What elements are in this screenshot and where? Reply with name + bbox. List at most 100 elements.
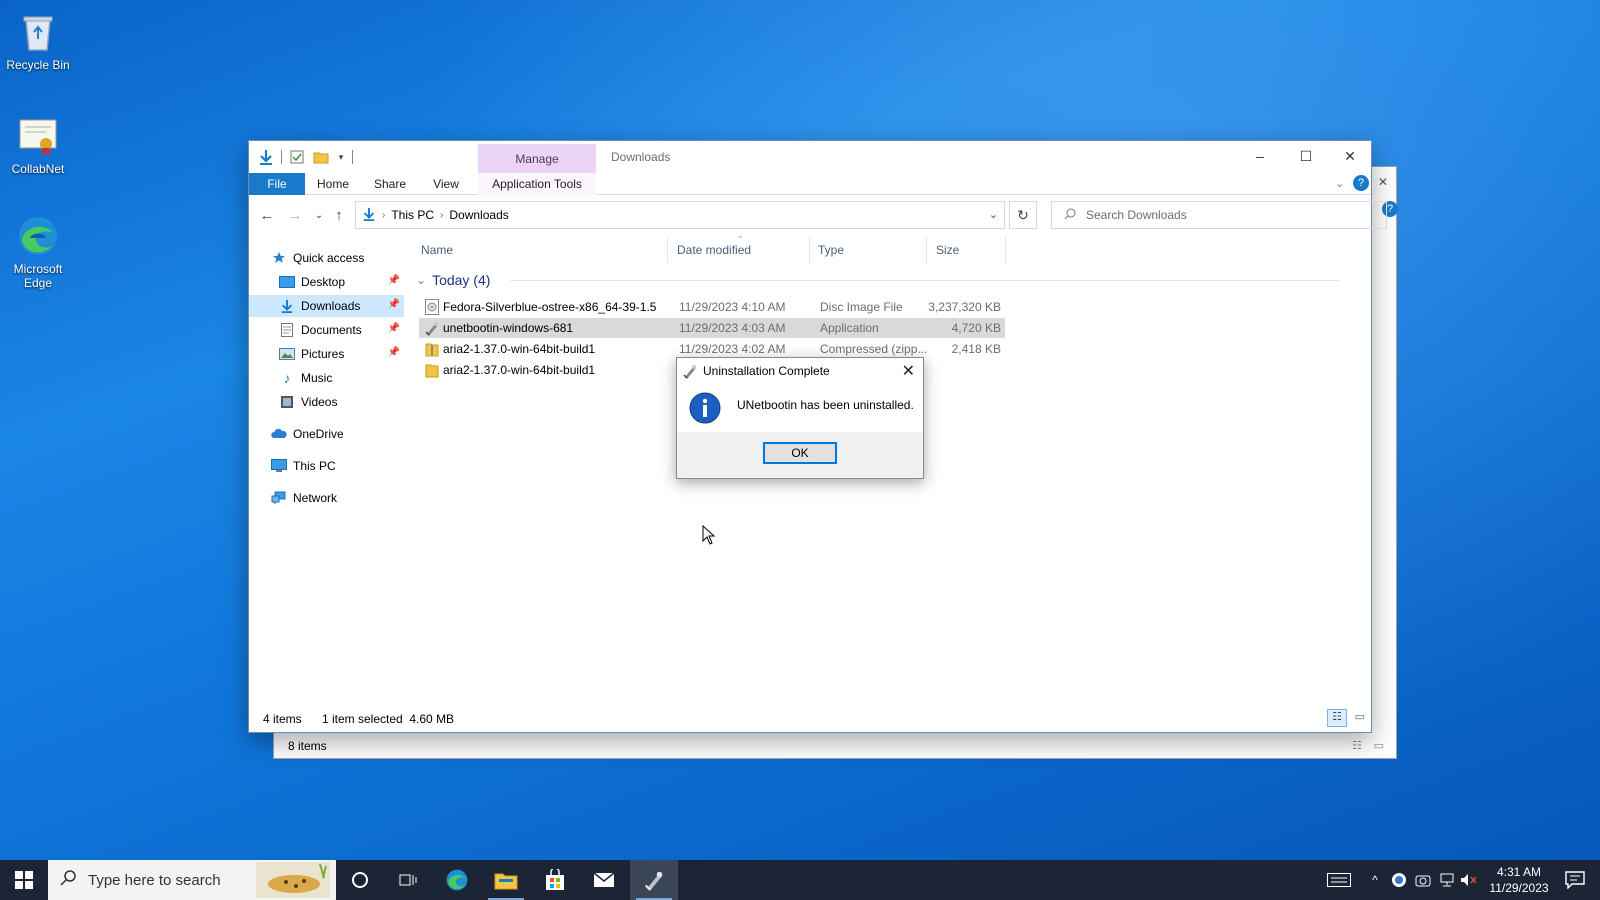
sidebar-item-quick-access[interactable]: Quick access bbox=[249, 247, 404, 269]
dialog-title-bar[interactable]: Uninstallation Complete ✕ bbox=[677, 358, 923, 384]
large-icons-view-icon[interactable]: ▭ bbox=[1355, 710, 1365, 723]
sidebar-item-videos[interactable]: Videos bbox=[249, 391, 404, 413]
column-divider[interactable] bbox=[926, 237, 927, 263]
address-dropdown-icon[interactable]: ⌄ bbox=[989, 208, 998, 221]
forward-arrow-icon[interactable]: → bbox=[285, 206, 305, 226]
breadcrumb-this-pc[interactable]: This PC bbox=[391, 208, 434, 222]
file-date: 11/29/2023 4:03 AM bbox=[679, 321, 786, 335]
tab-file[interactable]: File bbox=[249, 173, 305, 195]
recycle-bin-icon bbox=[16, 10, 60, 54]
tab-home[interactable]: Home bbox=[307, 173, 359, 195]
sidebar-item-documents[interactable]: Documents 📌 bbox=[249, 319, 404, 341]
uninstall-complete-dialog[interactable]: Uninstallation Complete ✕ UNetbootin has… bbox=[676, 357, 924, 479]
tab-share[interactable]: Share bbox=[363, 173, 417, 195]
column-header-date[interactable]: Date modified bbox=[677, 243, 751, 257]
title-bar[interactable]: ▾ Manage Downloads – ☐ ✕ bbox=[249, 141, 1371, 173]
expand-ribbon-icon[interactable]: ⌄ bbox=[1335, 177, 1344, 190]
column-header-name[interactable]: Name bbox=[421, 243, 453, 257]
sidebar-item-desktop[interactable]: Desktop 📌 bbox=[249, 271, 404, 293]
customize-toolbar-icon[interactable]: ▾ bbox=[336, 148, 346, 166]
pin-icon[interactable]: 📌 bbox=[388, 323, 400, 334]
sidebar-item-pictures[interactable]: Pictures 📌 bbox=[249, 343, 404, 365]
address-bar[interactable]: › This PC › Downloads ⌄ bbox=[355, 201, 1005, 229]
pin-icon[interactable]: 📌 bbox=[388, 347, 400, 358]
search-input[interactable]: Search Downloads bbox=[1051, 201, 1387, 229]
cortana-button[interactable] bbox=[336, 860, 384, 900]
separator bbox=[352, 150, 353, 164]
taskbar-edge-button[interactable] bbox=[433, 860, 481, 900]
desktop-icon-recycle-bin[interactable]: Recycle Bin bbox=[0, 10, 76, 72]
task-view-button[interactable] bbox=[384, 860, 432, 900]
details-view-icon[interactable]: ☷ bbox=[1352, 739, 1362, 752]
taskbar-mail-button[interactable] bbox=[580, 860, 628, 900]
notification-center-button[interactable] bbox=[1560, 860, 1590, 900]
file-row[interactable]: aria2-1.37.0-win-64bit-build1 11/29/2023… bbox=[419, 339, 1005, 359]
taskbar-clock[interactable]: 4:31 AM 11/29/2023 bbox=[1474, 864, 1564, 896]
sync-status-icon[interactable] bbox=[1388, 860, 1410, 900]
file-name: unetbootin-windows-681 bbox=[443, 321, 574, 335]
file-row[interactable]: unetbootin-windows-681 11/29/2023 4:03 A… bbox=[419, 318, 1005, 338]
tab-view[interactable]: View bbox=[421, 173, 471, 195]
cloud-icon bbox=[271, 426, 287, 442]
close-icon[interactable]: ✕ bbox=[1378, 175, 1388, 189]
up-arrow-icon[interactable]: ↑ bbox=[329, 206, 349, 226]
sidebar-item-network[interactable]: Network bbox=[249, 487, 404, 509]
download-arrow-icon bbox=[279, 298, 295, 314]
music-note-icon: ♪ bbox=[283, 370, 291, 386]
file-type: Disc Image File bbox=[820, 300, 903, 314]
sidebar-item-downloads[interactable]: Downloads 📌 bbox=[249, 295, 404, 317]
taskbar-unetbootin-button[interactable] bbox=[630, 860, 678, 900]
column-header-type[interactable]: Type bbox=[818, 243, 844, 257]
column-divider[interactable] bbox=[667, 237, 668, 263]
download-arrow-icon bbox=[362, 207, 376, 224]
help-icon[interactable]: ? bbox=[1353, 175, 1369, 191]
breadcrumb-chevron-icon[interactable]: › bbox=[440, 210, 443, 221]
properties-icon[interactable] bbox=[288, 148, 306, 166]
chevron-down-icon[interactable]: ⌄ bbox=[416, 273, 426, 287]
column-header-size[interactable]: Size bbox=[936, 243, 959, 257]
pin-icon[interactable]: 📌 bbox=[388, 299, 400, 310]
desktop-icon-edge[interactable]: Microsoft Edge bbox=[0, 214, 76, 290]
breadcrumb-chevron-icon[interactable]: › bbox=[382, 210, 385, 221]
close-button[interactable]: ✕ bbox=[1327, 141, 1373, 171]
sidebar-item-music[interactable]: ♪ Music bbox=[249, 367, 404, 389]
minimize-button[interactable]: – bbox=[1237, 141, 1283, 171]
search-icon bbox=[1064, 208, 1076, 223]
desktop-icon-collabnet[interactable]: CollabNet bbox=[0, 114, 76, 176]
camera-icon[interactable] bbox=[1412, 860, 1434, 900]
show-hidden-icons-chevron-icon[interactable]: ^ bbox=[1366, 860, 1384, 900]
address-row: ← → ⌄ ↑ › This PC › Downloads ⌄ ↻ Search… bbox=[249, 199, 1387, 231]
manage-context-tab[interactable]: Manage bbox=[478, 144, 596, 173]
file-size: 3,237,320 KB bbox=[928, 300, 1001, 314]
details-view-icon[interactable]: ☷ bbox=[1327, 709, 1347, 727]
file-row[interactable]: Fedora-Silverblue-ostree-x86_64-39-1.5 1… bbox=[419, 297, 1005, 317]
refresh-button[interactable]: ↻ bbox=[1009, 201, 1037, 229]
unetbootin-app-icon bbox=[645, 871, 663, 891]
back-arrow-icon[interactable]: ← bbox=[257, 206, 277, 226]
tab-application-tools[interactable]: Application Tools bbox=[478, 173, 596, 195]
new-folder-icon[interactable] bbox=[312, 148, 330, 166]
download-arrow-icon[interactable] bbox=[257, 148, 275, 166]
large-icons-view-icon[interactable]: ▭ bbox=[1374, 739, 1384, 752]
dialog-close-button[interactable]: ✕ bbox=[902, 361, 915, 381]
taskbar-store-button[interactable] bbox=[531, 860, 579, 900]
video-icon bbox=[279, 394, 295, 410]
info-icon bbox=[689, 392, 721, 427]
column-divider[interactable] bbox=[809, 237, 810, 263]
breadcrumb-downloads[interactable]: Downloads bbox=[449, 208, 508, 222]
search-highlight-leopard-icon bbox=[256, 862, 330, 900]
taskbar-file-explorer-button[interactable] bbox=[482, 860, 530, 900]
network-status-icon[interactable] bbox=[1436, 860, 1458, 900]
recent-locations-chevron-icon[interactable]: ⌄ bbox=[309, 206, 329, 226]
taskbar-search-input[interactable]: Type here to search bbox=[48, 860, 336, 900]
start-button[interactable] bbox=[0, 860, 48, 900]
sidebar-item-onedrive[interactable]: OneDrive bbox=[249, 423, 404, 445]
pin-icon[interactable]: 📌 bbox=[388, 275, 400, 286]
keyboard-layout-icon[interactable] bbox=[1324, 860, 1354, 900]
column-divider[interactable] bbox=[1005, 237, 1006, 263]
ok-button[interactable]: OK bbox=[763, 442, 837, 464]
network-icon bbox=[271, 490, 287, 506]
file-size: 4,720 KB bbox=[951, 321, 1001, 335]
maximize-button[interactable]: ☐ bbox=[1283, 141, 1329, 171]
sidebar-item-this-pc[interactable]: This PC bbox=[249, 455, 404, 477]
